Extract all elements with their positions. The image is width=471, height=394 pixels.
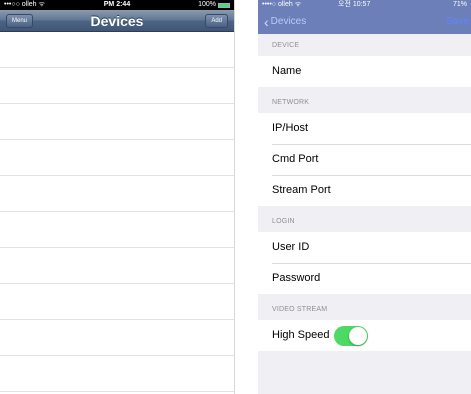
add-button[interactable]: Add	[205, 14, 228, 28]
navigation-bar: Menu Devices Add	[0, 10, 234, 32]
stream-port-label: Stream Port	[272, 184, 331, 196]
list-row[interactable]	[0, 32, 234, 68]
password-field[interactable]: Password	[258, 263, 471, 294]
high-speed-toggle[interactable]	[334, 326, 368, 346]
battery-icon	[218, 2, 230, 8]
ip-host-field[interactable]: IP/Host	[258, 113, 471, 144]
stream-port-field[interactable]: Stream Port	[258, 175, 471, 206]
section-header-video-stream: VIDEO STREAM	[258, 298, 471, 320]
cmd-port-label: Cmd Port	[272, 153, 319, 165]
status-bar: ••••○ olleh ᯤ 오전 10:57 71%	[258, 0, 471, 10]
save-button[interactable]: Save	[446, 10, 469, 34]
status-time: 오전 10:57	[338, 1, 371, 8]
list-row[interactable]	[0, 320, 234, 356]
list-row[interactable]	[0, 248, 234, 284]
toggle-knob	[349, 327, 367, 345]
list-row[interactable]	[0, 176, 234, 212]
list-row[interactable]	[0, 284, 234, 320]
name-label: Name	[272, 65, 302, 77]
section-header-device: DEVICE	[258, 34, 471, 56]
status-bar: •••○○ olleh ᯤ PM 2:44 100%	[0, 0, 234, 10]
device-list	[0, 32, 234, 392]
section-header-login: LOGIN	[258, 210, 471, 232]
list-row[interactable]	[0, 104, 234, 140]
back-label: Devices	[270, 16, 307, 27]
back-button[interactable]: ‹ Devices	[264, 10, 306, 34]
device-list-screen: •••○○ olleh ᯤ PM 2:44 100% Menu Devices …	[0, 0, 235, 394]
page-title: Devices	[90, 13, 144, 29]
carrier-signal: ••••○ olleh ᯤ	[262, 1, 302, 8]
navigation-bar: ‹ Devices Save	[258, 10, 471, 34]
list-row[interactable]	[0, 212, 234, 248]
user-id-field[interactable]: User ID	[258, 232, 471, 263]
battery-percent: 71%	[452, 1, 467, 8]
list-row[interactable]	[0, 140, 234, 176]
password-label: Password	[272, 272, 321, 284]
ip-host-label: IP/Host	[272, 122, 309, 134]
user-id-label: User ID	[272, 241, 310, 253]
section-header-network: NETWORK	[258, 91, 471, 113]
battery-indicator: 100%	[198, 0, 230, 10]
high-speed-label: High Speed	[272, 329, 330, 341]
device-edit-screen: ••••○ olleh ᯤ 오전 10:57 71% ‹ Devices Sav…	[258, 0, 471, 394]
list-row[interactable]	[0, 68, 234, 104]
high-speed-row: High Speed	[258, 320, 471, 351]
name-field[interactable]: Name	[258, 56, 471, 87]
cmd-port-field[interactable]: Cmd Port	[258, 144, 471, 175]
chevron-left-icon: ‹	[264, 14, 269, 30]
list-row[interactable]	[0, 356, 234, 392]
battery-percent: 100%	[198, 1, 216, 8]
